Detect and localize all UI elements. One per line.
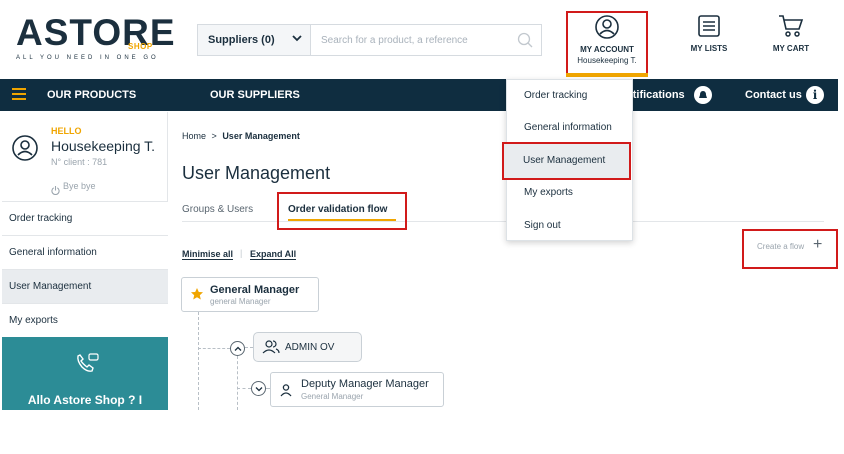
nav-our-products[interactable]: OUR PRODUCTS xyxy=(47,89,136,101)
phone-chat-icon xyxy=(75,353,99,380)
minimise-all-link[interactable]: Minimise all xyxy=(182,249,234,260)
chevron-down-icon xyxy=(292,33,302,46)
my-account-active-indicator xyxy=(566,73,648,77)
node-title: General Manager xyxy=(210,284,300,296)
tree-connector xyxy=(198,312,199,410)
menu-item-order-tracking[interactable]: Order tracking xyxy=(524,90,587,101)
tree-connector xyxy=(198,348,230,349)
breadcrumb-separator: > xyxy=(211,131,217,141)
supplier-select-label: Suppliers (0) xyxy=(208,34,275,46)
menu-item-sign-out[interactable]: Sign out xyxy=(524,220,561,231)
node-subtitle: general Manager xyxy=(210,297,271,306)
nav-notifications[interactable]: otifications xyxy=(626,89,685,101)
page-title: User Management xyxy=(182,163,331,183)
tab-highlight-box xyxy=(277,192,407,230)
bell-icon[interactable] xyxy=(694,86,712,104)
my-account-user: Housekeeping T. xyxy=(577,56,637,65)
nav-contact-us[interactable]: Contact us xyxy=(745,89,802,101)
my-lists-button[interactable]: MY LISTS xyxy=(669,12,749,68)
cart-icon xyxy=(751,14,831,40)
menu-item-my-exports[interactable]: My exports xyxy=(524,187,573,198)
node-title: Deputy Manager Manager xyxy=(301,378,429,390)
nav-our-suppliers[interactable]: OUR SUPPLIERS xyxy=(210,89,300,101)
tree-connector xyxy=(245,347,253,348)
my-cart-label: MY CART xyxy=(772,44,810,53)
tree-connector xyxy=(237,388,251,389)
expand-toggle[interactable] xyxy=(251,381,266,396)
users-group-icon xyxy=(262,339,280,360)
search-icon[interactable] xyxy=(517,32,533,53)
node-title: ADMIN OV xyxy=(285,342,335,353)
collapse-toggle[interactable] xyxy=(230,341,245,356)
sidebar-item-general-information[interactable]: General information xyxy=(2,235,168,269)
info-icon[interactable]: i xyxy=(806,86,824,104)
tree-node-admin-ov[interactable]: ADMIN OV xyxy=(253,332,362,362)
breadcrumb-home[interactable]: Home xyxy=(182,131,206,141)
logo-tagline: ALL YOU NEED IN ONE GO xyxy=(16,55,159,61)
node-subtitle: General Manager xyxy=(301,392,364,401)
search-input[interactable] xyxy=(311,25,511,55)
supplier-select[interactable]: Suppliers (0) xyxy=(197,24,310,56)
main-nav-bar: OUR PRODUCTS OUR SUPPLIERS otifications … xyxy=(0,79,838,111)
user-icon xyxy=(279,383,293,402)
my-cart-button[interactable]: MY CART xyxy=(751,12,831,68)
breadcrumb: Home > User Management xyxy=(182,131,300,141)
list-icon xyxy=(669,14,749,40)
menu-item-user-management[interactable]: User Management xyxy=(502,142,631,180)
contact-banner-text: Allo Astore Shop ? I xyxy=(27,393,143,407)
hello-label: HELLO xyxy=(51,126,82,136)
tab-groups-users[interactable]: Groups & Users xyxy=(182,204,253,215)
power-icon xyxy=(51,182,60,200)
user-icon xyxy=(12,135,38,166)
create-flow-highlight-box xyxy=(742,229,838,269)
menu-item-general-information[interactable]: General information xyxy=(524,122,612,133)
my-account-button[interactable]: MY ACCOUNT Housekeeping T. xyxy=(566,11,648,75)
sidebar-item-order-tracking[interactable]: Order tracking xyxy=(2,201,168,235)
star-icon xyxy=(190,287,204,306)
breadcrumb-current: User Management xyxy=(222,131,300,141)
logo-shop-text: SHOP xyxy=(128,42,153,51)
my-lists-label: MY LISTS xyxy=(690,44,728,53)
contact-banner[interactable]: Allo Astore Shop ? I xyxy=(2,337,168,410)
menu-icon[interactable] xyxy=(12,88,26,103)
link-separator: | xyxy=(240,248,243,258)
user-circle-icon xyxy=(568,15,646,41)
my-account-label: MY ACCOUNT xyxy=(580,45,634,54)
menu-item-label: User Management xyxy=(523,155,606,166)
sidebar-item-my-exports[interactable]: My exports xyxy=(2,303,168,337)
user-name: Housekeeping T. xyxy=(51,138,156,154)
tree-connector xyxy=(237,356,238,410)
logout-link[interactable]: Bye bye xyxy=(63,181,96,191)
tree-node-general-manager[interactable]: General Manager general Manager xyxy=(181,277,319,312)
tree-node-deputy-manager[interactable]: Deputy Manager Manager General Manager xyxy=(270,372,444,407)
sidebar-item-user-management[interactable]: User Management xyxy=(2,269,168,303)
expand-all-link[interactable]: Expand All xyxy=(250,249,297,260)
search-box xyxy=(310,24,542,56)
client-number: N° client : 781 xyxy=(51,157,108,167)
